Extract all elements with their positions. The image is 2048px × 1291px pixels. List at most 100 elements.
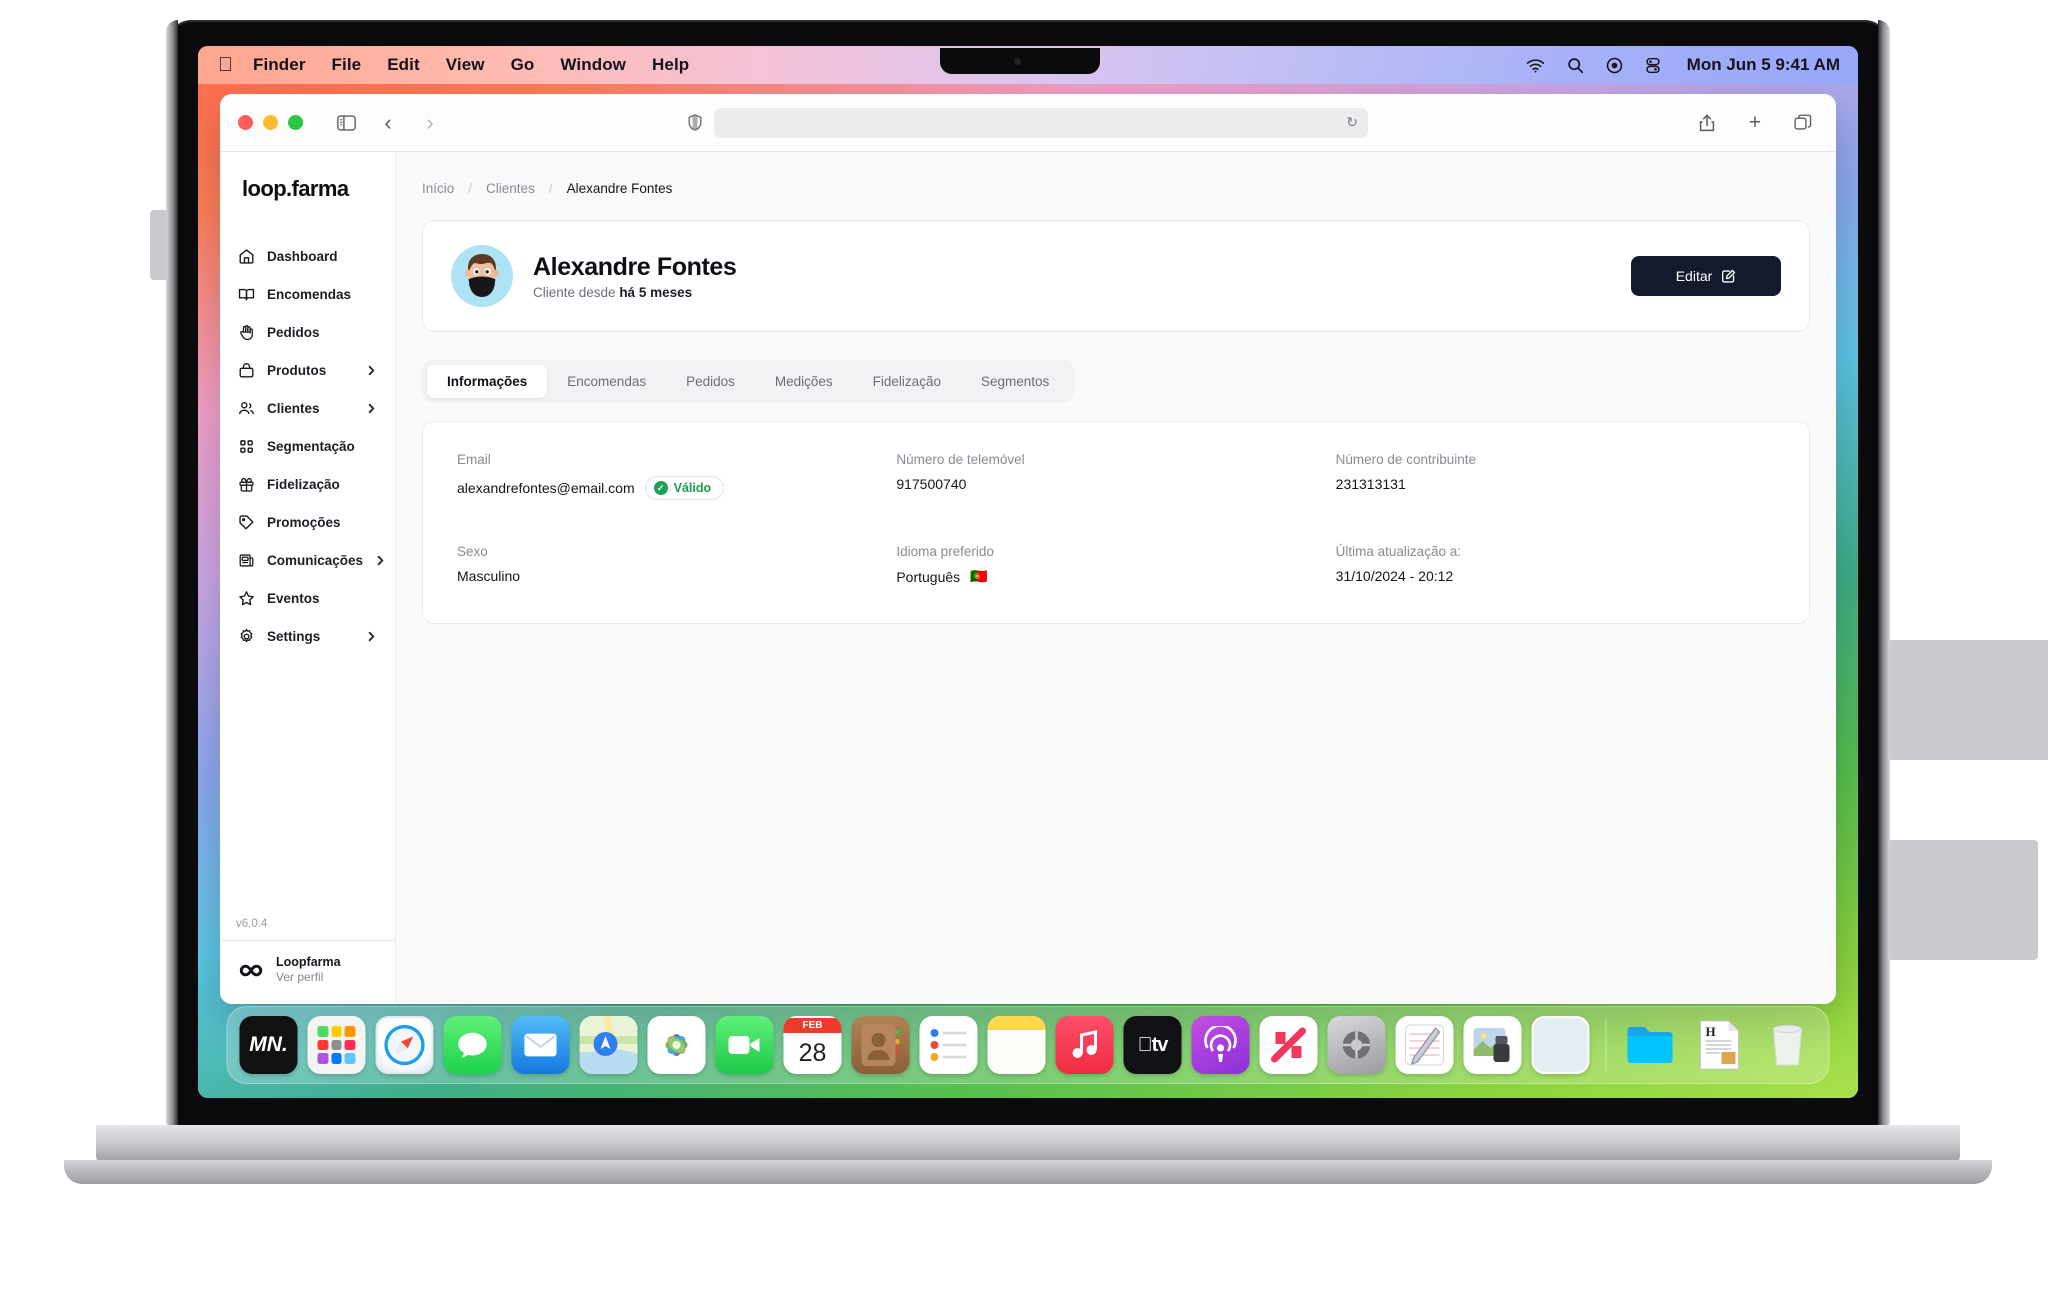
- brand-logo[interactable]: loop.farma: [220, 152, 395, 226]
- field-sexo: Sexo Masculino: [457, 544, 896, 585]
- back-button[interactable]: ‹: [373, 109, 403, 137]
- sidebar-label: Promoções: [267, 514, 341, 530]
- gear-icon: [238, 628, 255, 645]
- system-settings-icon[interactable]: [1327, 1016, 1386, 1074]
- reload-button[interactable]: ↻: [1346, 114, 1358, 131]
- field-label: Idioma preferido: [896, 544, 994, 559]
- sidebar-item-settings[interactable]: Settings: [230, 618, 385, 654]
- tab-fidelizacao[interactable]: Fidelização: [853, 365, 961, 398]
- sidebar-item-produtos[interactable]: Produtos: [230, 352, 385, 388]
- sidebar-nav: Dashboard Encomendas Pedidos Produtos Cl…: [220, 226, 395, 654]
- appletv-icon[interactable]: tv: [1123, 1016, 1182, 1074]
- control-center-icon[interactable]: [1606, 57, 1623, 74]
- close-window-button[interactable]: [238, 115, 253, 130]
- podcasts-icon[interactable]: [1191, 1016, 1250, 1074]
- menu-help[interactable]: Help: [652, 55, 689, 75]
- laptop-foot: [64, 1160, 1992, 1184]
- main-content: Início / Clientes / Alexandre Fontes Ale…: [396, 152, 1836, 1004]
- portugal-flag-icon: 🇵🇹: [970, 568, 988, 584]
- laptop-edge-right: [1878, 20, 1890, 1125]
- news-icon[interactable]: [1259, 1016, 1318, 1074]
- customer-since-prefix: Cliente desde: [533, 285, 620, 300]
- forward-button[interactable]: ›: [415, 109, 445, 137]
- star-icon: [238, 590, 255, 607]
- tab-segmentos[interactable]: Segmentos: [961, 365, 1069, 398]
- customer-info-card: Email alexandrefontes@email.com ✓ Válido: [422, 421, 1810, 624]
- sidebar-label: Clientes: [267, 400, 320, 416]
- field-value-row: Português 🇵🇹: [896, 568, 1335, 585]
- preview-icon[interactable]: [1463, 1016, 1522, 1074]
- reminders-icon[interactable]: [919, 1016, 978, 1074]
- tab-pedidos[interactable]: Pedidos: [666, 365, 755, 398]
- wifi-icon[interactable]: [1526, 58, 1545, 73]
- sidebar-label: Settings: [267, 628, 321, 644]
- tag-icon: [238, 514, 255, 531]
- tab-encomendas[interactable]: Encomendas: [547, 365, 666, 398]
- sidebar-item-promocoes[interactable]: Promoções: [230, 504, 385, 540]
- facetime-icon[interactable]: [715, 1016, 774, 1074]
- minimize-window-button[interactable]: [263, 115, 278, 130]
- menu-edit[interactable]: Edit: [387, 55, 420, 75]
- menu-view[interactable]: View: [446, 55, 485, 75]
- sidebar-item-dashboard[interactable]: Dashboard: [230, 238, 385, 274]
- field-ultima-atualizacao: Última atualização a: 31/10/2024 - 20:12: [1336, 544, 1775, 585]
- apple-logo-icon[interactable]: : [218, 55, 233, 75]
- menubar-clock[interactable]: Mon Jun 5 9:41 AM: [1687, 55, 1840, 75]
- tab-medicoes[interactable]: Medições: [755, 365, 853, 398]
- sidebar-item-segmentacao[interactable]: Segmentação: [230, 428, 385, 464]
- sidebar-label: Pedidos: [267, 324, 320, 340]
- breadcrumb-home[interactable]: Início: [422, 181, 454, 196]
- trash-icon[interactable]: [1759, 1016, 1817, 1074]
- mn-app-icon[interactable]: MN.: [239, 1016, 298, 1074]
- sidebar-item-clientes[interactable]: Clientes: [230, 390, 385, 426]
- textedit-icon[interactable]: [1395, 1016, 1454, 1074]
- sidebar-item-pedidos[interactable]: Pedidos: [230, 314, 385, 350]
- app-body: loop.farma Dashboard Encomendas Pedidos …: [220, 152, 1836, 1004]
- field-label: Email: [457, 452, 491, 467]
- home-icon: [238, 248, 255, 265]
- sidebar-toggle-icon[interactable]: [331, 109, 361, 137]
- breadcrumb-clientes[interactable]: Clientes: [486, 181, 535, 196]
- breadcrumb-separator: /: [548, 180, 553, 196]
- tabs-overview-icon[interactable]: [1788, 109, 1818, 137]
- maps-icon[interactable]: [579, 1016, 638, 1074]
- mail-icon[interactable]: [511, 1016, 570, 1074]
- privacy-shield-icon[interactable]: [688, 114, 702, 131]
- sidebar-item-eventos[interactable]: Eventos: [230, 580, 385, 616]
- menu-file[interactable]: File: [332, 55, 362, 75]
- contacts-icon[interactable]: [851, 1016, 910, 1074]
- url-input[interactable]: ↻: [714, 107, 1368, 138]
- field-value: 231313131: [1335, 476, 1406, 492]
- sidebar-item-encomendas[interactable]: Encomendas: [230, 276, 385, 312]
- window-traffic-lights: [238, 115, 303, 130]
- menu-go[interactable]: Go: [511, 55, 535, 75]
- hand-icon: [238, 324, 255, 341]
- new-tab-button[interactable]: +: [1740, 109, 1770, 137]
- music-icon[interactable]: [1055, 1016, 1114, 1074]
- photos-icon[interactable]: [647, 1016, 706, 1074]
- finder-folder-icon[interactable]: [1623, 1016, 1681, 1074]
- maximize-window-button[interactable]: [288, 115, 303, 130]
- search-icon[interactable]: [1567, 57, 1584, 74]
- menu-window[interactable]: Window: [560, 55, 626, 75]
- notes-icon[interactable]: [987, 1016, 1046, 1074]
- document-icon[interactable]: H: [1691, 1016, 1749, 1074]
- page-title: Alexandre Fontes: [533, 253, 737, 281]
- calendar-icon[interactable]: FEB 28: [783, 1016, 842, 1074]
- placeholder-app-icon[interactable]: [1531, 1016, 1590, 1074]
- customer-profile-card: Alexandre Fontes Cliente desde há 5 mese…: [422, 220, 1810, 332]
- profile-text-block: Alexandre Fontes Cliente desde há 5 mese…: [533, 252, 737, 300]
- sidebar-user-profile[interactable]: Loopfarma Ver perfil: [220, 941, 395, 1004]
- safari-icon[interactable]: [375, 1016, 434, 1074]
- edit-button[interactable]: Editar: [1631, 256, 1781, 296]
- launchpad-icon[interactable]: [307, 1016, 366, 1074]
- sidebar-item-comunicacoes[interactable]: Comunicações: [230, 542, 385, 578]
- app-sidebar: loop.farma Dashboard Encomendas Pedidos …: [220, 152, 396, 1004]
- messages-icon[interactable]: [443, 1016, 502, 1074]
- share-icon[interactable]: [1692, 109, 1722, 137]
- box-icon: [238, 362, 255, 379]
- sidebar-item-fidelizacao[interactable]: Fidelização: [230, 466, 385, 502]
- siri-icon[interactable]: [1645, 57, 1661, 74]
- tab-informacoes[interactable]: Informações: [427, 365, 548, 398]
- menu-finder[interactable]: Finder: [253, 55, 306, 75]
